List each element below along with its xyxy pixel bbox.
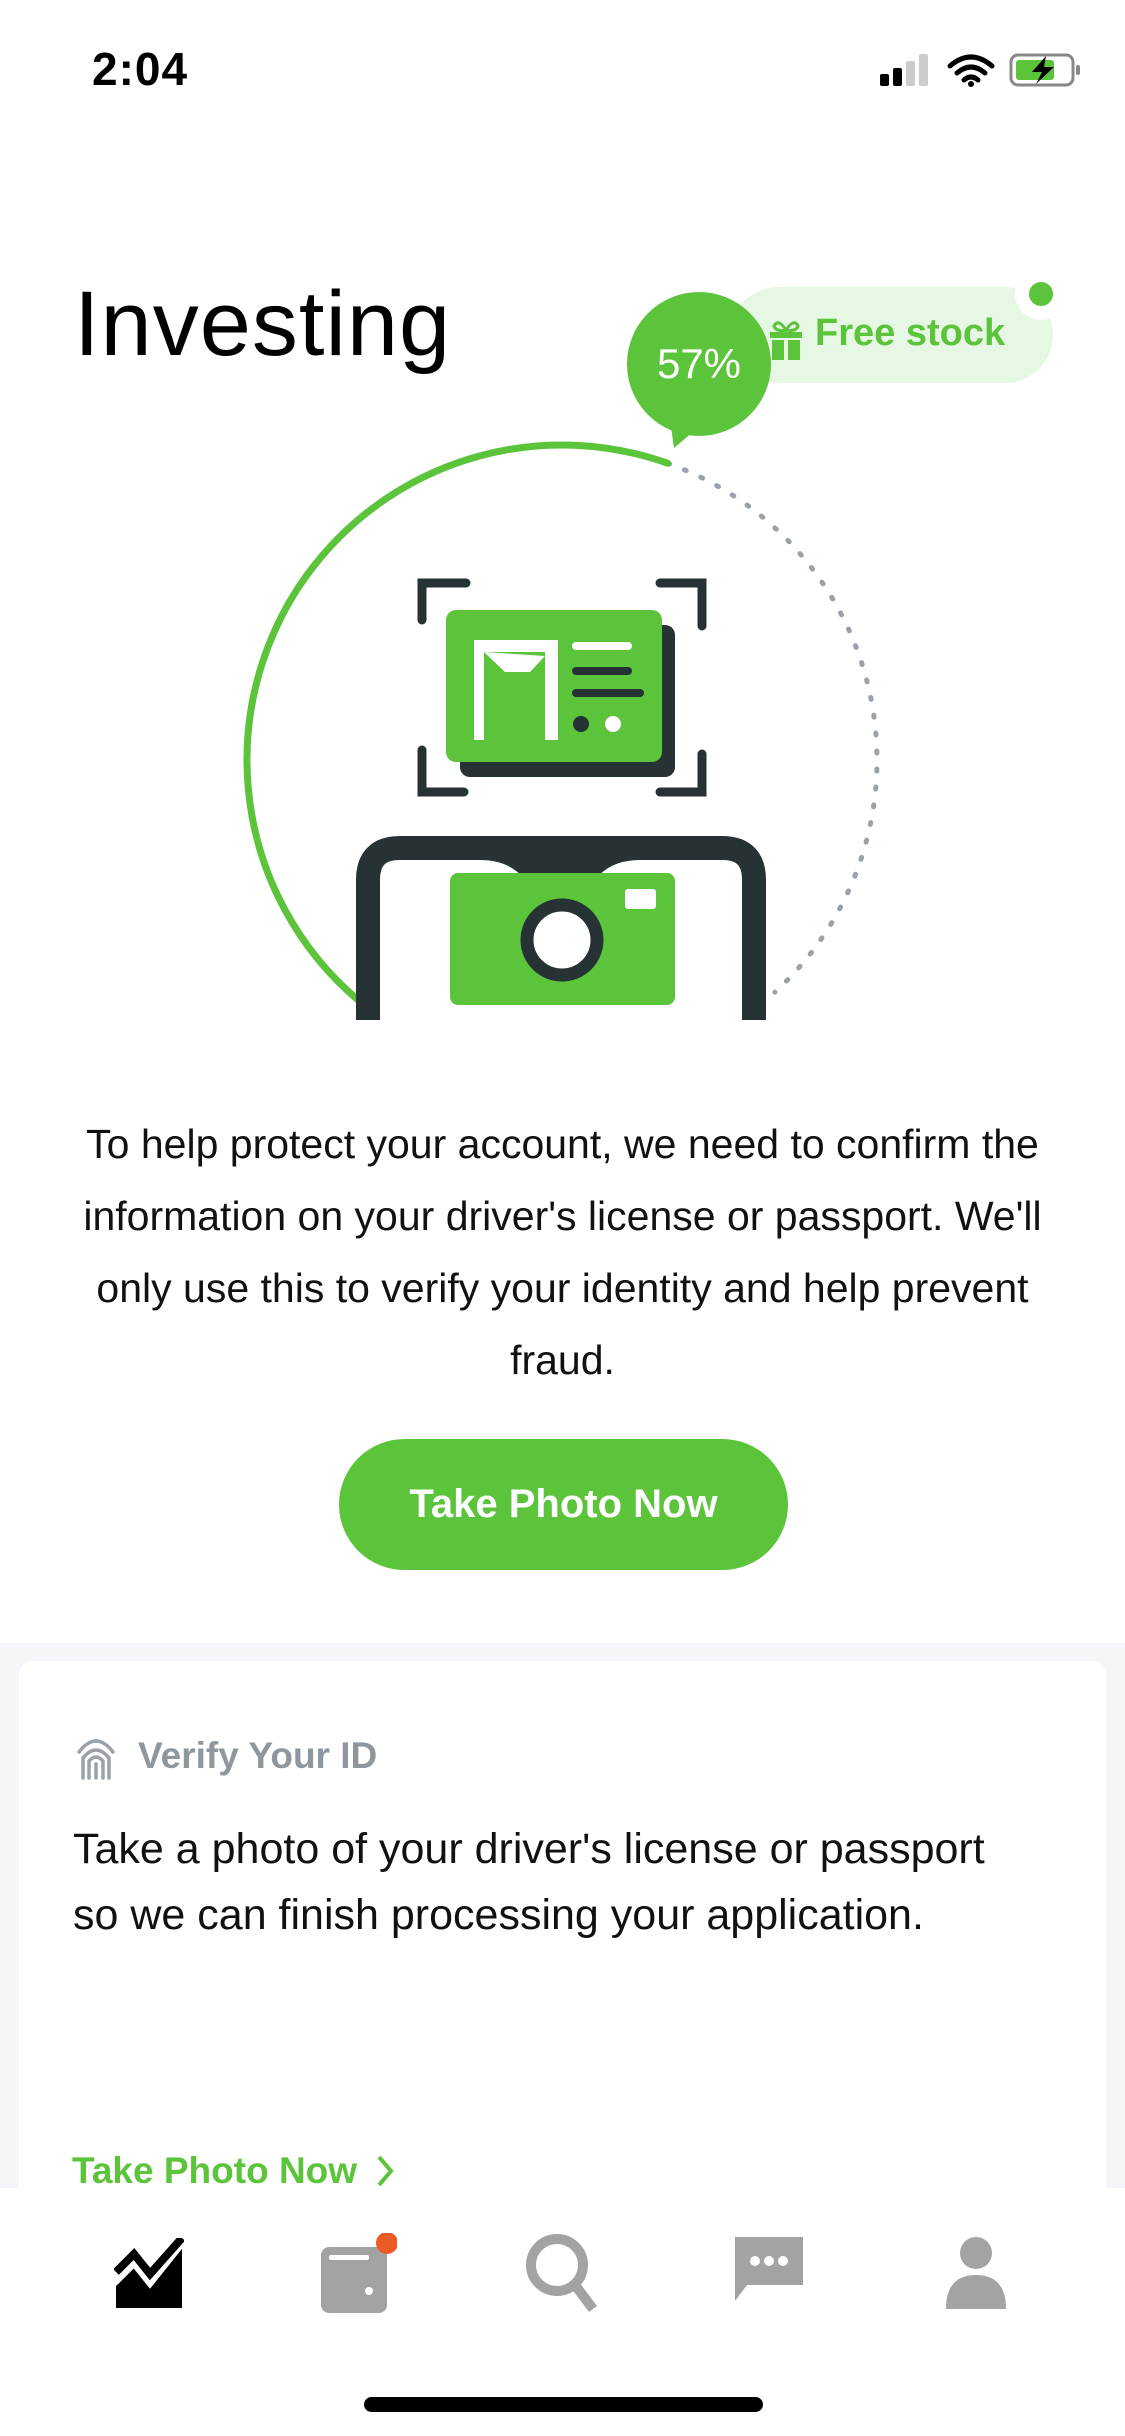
tab-investing[interactable] — [104, 2228, 194, 2318]
id-card-icon — [417, 578, 707, 797]
verification-description: To help protect your account, we need to… — [83, 1121, 1042, 1383]
tab-profile[interactable] — [931, 2228, 1021, 2318]
take-photo-link[interactable]: Take Photo Now — [72, 2150, 395, 2192]
profile-icon — [946, 2237, 1006, 2309]
search-icon — [526, 2234, 597, 2312]
home-indicator[interactable] — [364, 2397, 763, 2412]
bubble-tail — [670, 420, 700, 448]
phone-camera-icon — [356, 836, 766, 1020]
tab-messages[interactable] — [724, 2228, 814, 2318]
chart-icon — [114, 2238, 184, 2308]
take-photo-link-label: Take Photo Now — [72, 2150, 358, 2191]
progress-illustration — [243, 441, 881, 1020]
tab-wallet[interactable] — [312, 2228, 402, 2318]
chevron-right-icon — [377, 2155, 394, 2187]
card-body: Take a photo of your driver's license or… — [73, 1825, 985, 1939]
card-heading: Verify Your ID — [138, 1735, 378, 1776]
messages-icon — [735, 2237, 803, 2301]
fingerprint-icon — [77, 1739, 115, 1780]
progress-percent: 57% — [656, 340, 742, 387]
wallet-icon — [321, 2233, 397, 2313]
tab-search[interactable] — [518, 2228, 608, 2318]
take-photo-button[interactable]: Take Photo Now — [339, 1439, 788, 1570]
